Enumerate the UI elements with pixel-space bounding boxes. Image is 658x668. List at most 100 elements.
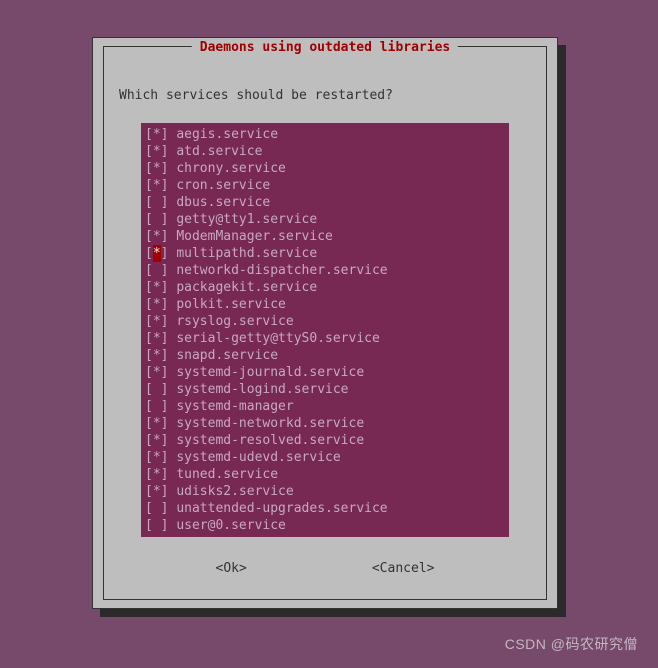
checkbox-mark[interactable]: *: [153, 143, 161, 160]
checkbox-mark[interactable]: *: [153, 483, 161, 500]
checkbox-open-bracket: [: [145, 313, 153, 330]
checkbox-mark[interactable]: *: [153, 177, 161, 194]
service-item[interactable]: [*] tuned.service: [145, 466, 505, 483]
service-item[interactable]: [*] chrony.service: [145, 160, 505, 177]
service-item[interactable]: [*] systemd-networkd.service: [145, 415, 505, 432]
checkbox-open-bracket: [: [145, 245, 153, 262]
service-name: ModemManager.service: [176, 228, 333, 245]
service-item[interactable]: [ ] systemd-manager: [145, 398, 505, 415]
checkbox-open-bracket: [: [145, 296, 153, 313]
checkbox-close-bracket: ]: [161, 313, 177, 330]
cancel-button[interactable]: <Cancel>: [372, 561, 435, 576]
checkbox-open-bracket: [: [145, 381, 153, 398]
service-item[interactable]: [*] atd.service: [145, 143, 505, 160]
checkbox-mark[interactable]: *: [153, 432, 161, 449]
restart-services-dialog: Daemons using outdated libraries Which s…: [92, 37, 558, 609]
checkbox-close-bracket: ]: [161, 296, 177, 313]
checkbox-open-bracket: [: [145, 279, 153, 296]
checkbox-open-bracket: [: [145, 211, 153, 228]
service-name: aegis.service: [176, 126, 278, 143]
service-item[interactable]: [ ] getty@tty1.service: [145, 211, 505, 228]
checkbox-close-bracket: ]: [161, 517, 177, 534]
service-name: dbus.service: [176, 194, 270, 211]
checkbox-mark[interactable]: *: [153, 313, 161, 330]
service-list[interactable]: [*] aegis.service[*] atd.service[*] chro…: [141, 123, 509, 537]
service-item[interactable]: [*] systemd-udevd.service: [145, 449, 505, 466]
service-item[interactable]: [*] systemd-journald.service: [145, 364, 505, 381]
service-name: getty@tty1.service: [176, 211, 317, 228]
checkbox-close-bracket: ]: [161, 449, 177, 466]
checkbox-mark[interactable]: [153, 211, 161, 228]
service-name: snapd.service: [176, 347, 278, 364]
checkbox-mark[interactable]: *: [153, 296, 161, 313]
ok-button[interactable]: <Ok>: [216, 561, 247, 576]
checkbox-mark[interactable]: *: [153, 228, 161, 245]
service-name: systemd-manager: [176, 398, 293, 415]
service-item[interactable]: [*] snapd.service: [145, 347, 505, 364]
checkbox-open-bracket: [: [145, 483, 153, 500]
service-name: systemd-journald.service: [176, 364, 364, 381]
service-item[interactable]: [*] systemd-resolved.service: [145, 432, 505, 449]
checkbox-mark[interactable]: [153, 194, 161, 211]
checkbox-mark[interactable]: [153, 517, 161, 534]
checkbox-mark[interactable]: *: [153, 449, 161, 466]
checkbox-mark[interactable]: [153, 381, 161, 398]
checkbox-close-bracket: ]: [161, 211, 177, 228]
service-name: systemd-udevd.service: [176, 449, 340, 466]
checkbox-mark[interactable]: [153, 500, 161, 517]
service-item[interactable]: [*] multipathd.service: [145, 245, 505, 262]
service-name: systemd-logind.service: [176, 381, 348, 398]
service-name: unattended-upgrades.service: [176, 500, 387, 517]
checkbox-mark[interactable]: *: [153, 466, 161, 483]
checkbox-open-bracket: [: [145, 160, 153, 177]
service-item[interactable]: [*] packagekit.service: [145, 279, 505, 296]
checkbox-mark[interactable]: *: [153, 347, 161, 364]
checkbox-mark[interactable]: *: [153, 160, 161, 177]
checkbox-close-bracket: ]: [161, 262, 177, 279]
service-item[interactable]: [ ] networkd-dispatcher.service: [145, 262, 505, 279]
checkbox-close-bracket: ]: [161, 228, 177, 245]
service-item[interactable]: [*] polkit.service: [145, 296, 505, 313]
checkbox-mark[interactable]: *: [153, 126, 161, 143]
service-name: multipathd.service: [176, 245, 317, 262]
checkbox-mark[interactable]: *: [153, 364, 161, 381]
checkbox-open-bracket: [: [145, 517, 153, 534]
checkbox-open-bracket: [: [145, 364, 153, 381]
service-item[interactable]: [*] cron.service: [145, 177, 505, 194]
checkbox-mark[interactable]: [153, 262, 161, 279]
service-item[interactable]: [*] ModemManager.service: [145, 228, 505, 245]
checkbox-mark[interactable]: *: [153, 279, 161, 296]
service-name: networkd-dispatcher.service: [176, 262, 387, 279]
checkbox-close-bracket: ]: [161, 279, 177, 296]
service-item[interactable]: [ ] dbus.service: [145, 194, 505, 211]
checkbox-close-bracket: ]: [161, 347, 177, 364]
question-text: Which services should be restarted?: [119, 88, 537, 103]
service-name: user@0.service: [176, 517, 286, 534]
service-item[interactable]: [ ] unattended-upgrades.service: [145, 500, 505, 517]
checkbox-open-bracket: [: [145, 466, 153, 483]
checkbox-close-bracket: ]: [161, 160, 177, 177]
checkbox-open-bracket: [: [145, 262, 153, 279]
checkbox-mark[interactable]: *: [153, 330, 161, 347]
checkbox-close-bracket: ]: [161, 177, 177, 194]
service-item[interactable]: [*] aegis.service: [145, 126, 505, 143]
checkbox-close-bracket: ]: [161, 194, 177, 211]
service-item[interactable]: [ ] systemd-logind.service: [145, 381, 505, 398]
checkbox-mark[interactable]: *: [153, 415, 161, 432]
service-name: cron.service: [176, 177, 270, 194]
checkbox-close-bracket: ]: [161, 364, 177, 381]
checkbox-close-bracket: ]: [161, 415, 177, 432]
service-name: tuned.service: [176, 466, 278, 483]
checkbox-open-bracket: [: [145, 432, 153, 449]
checkbox-close-bracket: ]: [161, 483, 177, 500]
checkbox-mark[interactable]: *: [153, 245, 161, 262]
checkbox-open-bracket: [: [145, 177, 153, 194]
checkbox-open-bracket: [: [145, 500, 153, 517]
checkbox-mark[interactable]: [153, 398, 161, 415]
service-item[interactable]: [*] serial-getty@ttyS0.service: [145, 330, 505, 347]
checkbox-close-bracket: ]: [161, 330, 177, 347]
service-item[interactable]: [*] rsyslog.service: [145, 313, 505, 330]
checkbox-close-bracket: ]: [161, 143, 177, 160]
service-item[interactable]: [ ] user@0.service: [145, 517, 505, 534]
service-item[interactable]: [*] udisks2.service: [145, 483, 505, 500]
